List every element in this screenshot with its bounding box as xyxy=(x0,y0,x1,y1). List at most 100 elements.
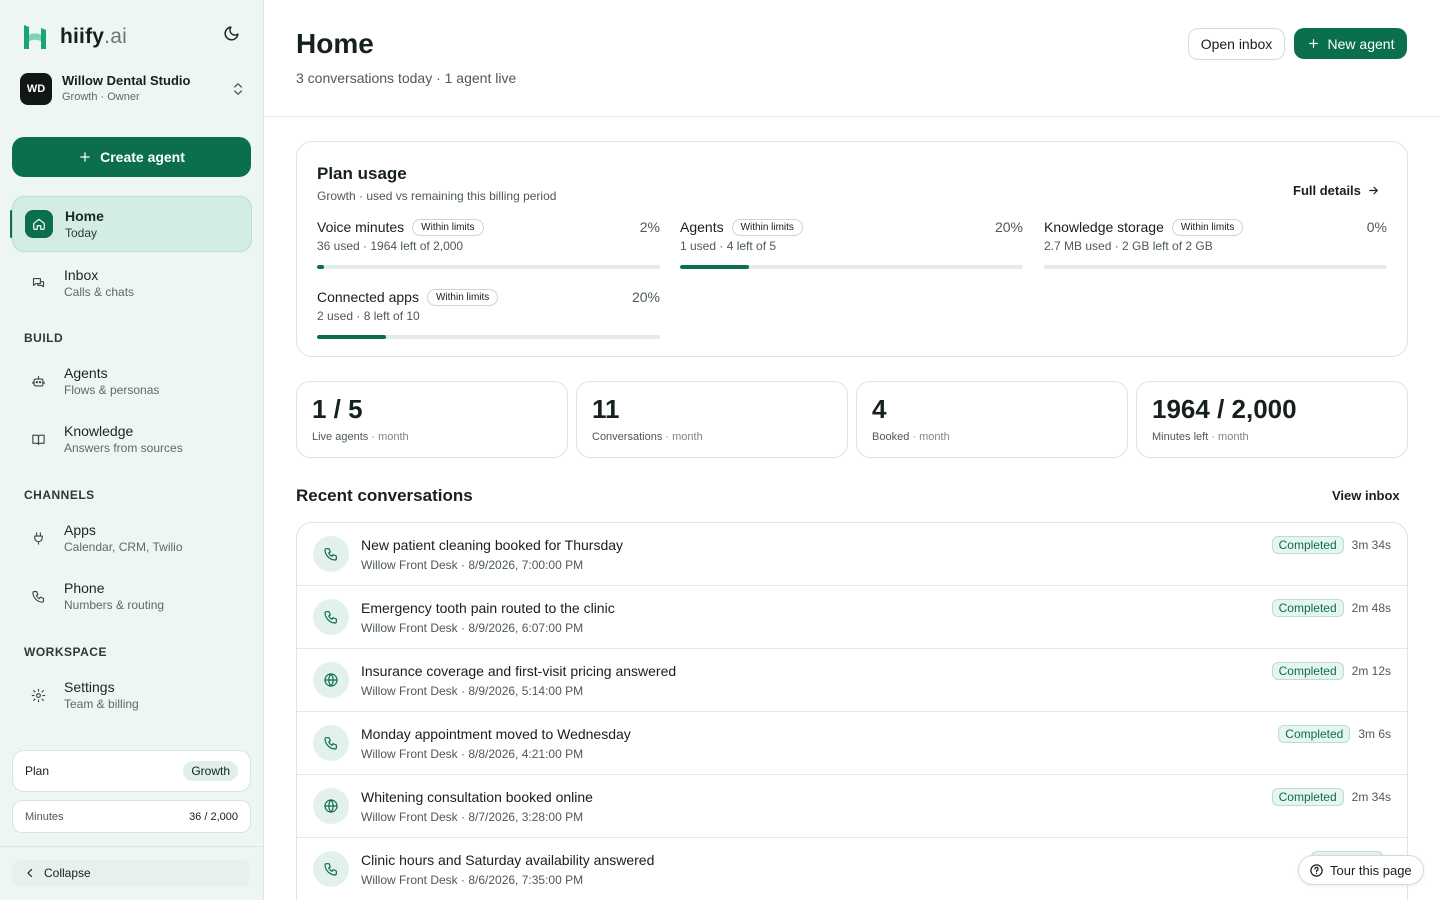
stat-period-text: month xyxy=(1218,431,1249,443)
stat-period-text: month xyxy=(672,431,703,443)
metric-percent: 2% xyxy=(639,219,660,235)
metric-head: Knowledge storage Within limits 0% xyxy=(1044,217,1387,237)
conversation-title: Monday appointment moved to Wednesday xyxy=(361,726,631,742)
stat-value: 1964 / 2,000 xyxy=(1152,394,1297,424)
plan-summary[interactable]: Plan Growth xyxy=(12,750,251,792)
conversation-row[interactable]: Clinic hours and Saturday availability a… xyxy=(297,838,1407,900)
moon-icon xyxy=(223,25,240,42)
progress-track xyxy=(317,265,660,269)
full-details-link[interactable]: Full details xyxy=(1293,183,1380,198)
theme-toggle-button[interactable] xyxy=(220,22,242,44)
conversation-row[interactable]: New patient cleaning booked for Thursday… xyxy=(297,523,1407,586)
sidebar-item-inbox[interactable]: Inbox Calls & chats xyxy=(12,255,252,311)
globe-icon xyxy=(313,662,349,698)
metric-label: Connected apps xyxy=(317,289,419,305)
usage-metric-connected-apps: Connected apps Within limits 20% 2 used ·… xyxy=(317,287,660,347)
sidebar-item-sublabel: Numbers & routing xyxy=(64,597,165,612)
help-circle-icon xyxy=(1309,863,1324,878)
sidebar-item-knowledge[interactable]: Knowledge Answers from sources xyxy=(12,411,252,467)
conversation-row[interactable]: Insurance coverage and first-visit prici… xyxy=(297,649,1407,712)
sidebar-item-label: Knowledge xyxy=(64,422,134,439)
sidebar-item-apps[interactable]: Apps Calendar, CRM, Twilio xyxy=(12,510,252,566)
gear-icon xyxy=(24,681,52,709)
conversation-status-group: Completed 2m 12s xyxy=(1271,662,1391,680)
tour-label: Tour this page xyxy=(1330,862,1412,878)
new-agent-label: New agent xyxy=(1327,35,1395,52)
plan-label: Plan xyxy=(25,764,50,778)
metric-head: Connected apps Within limits 20% xyxy=(317,287,660,307)
progress-fill xyxy=(317,335,386,339)
metric-percent: 20% xyxy=(631,289,660,305)
new-agent-button[interactable]: New agent xyxy=(1294,28,1407,59)
sidebar-item-sublabel: Calendar, CRM, Twilio xyxy=(64,539,183,554)
sidebar-item-text: Knowledge Answers from sources xyxy=(64,422,183,457)
stat-value: 4 xyxy=(872,394,887,424)
phone-icon xyxy=(24,582,52,610)
conversation-row[interactable]: Monday appointment moved to Wednesday Wi… xyxy=(297,712,1407,775)
conversation-duration: 3m 6s xyxy=(1358,727,1391,741)
brand[interactable]: hiify.ai xyxy=(20,22,127,52)
collapse-sidebar-button[interactable]: Collapse xyxy=(12,860,250,886)
bot-icon xyxy=(24,367,52,395)
sidebar-item-agents[interactable]: Agents Flows & personas xyxy=(12,353,252,409)
recent-conversations-title: Recent conversations xyxy=(296,486,473,505)
conversation-status-group: Completed 2m 48s xyxy=(1271,599,1391,617)
metric-name: Voice minutes Within limits xyxy=(317,218,484,236)
metric-detail: 36 used · 1964 left of 2,000 xyxy=(317,239,464,253)
stat-label: Booked · month xyxy=(872,431,950,443)
sidebar-item-home[interactable]: Home Today xyxy=(12,196,252,252)
status-badge: Within limits xyxy=(731,218,803,236)
sidebar-item-sublabel: Flows & personas xyxy=(64,382,160,397)
conversation-row[interactable]: Emergency tooth pain routed to the clini… xyxy=(297,586,1407,649)
metric-percent: 0% xyxy=(1366,219,1387,235)
usage-metric-agents: Agents Within limits 20% 1 used · 4 left … xyxy=(680,217,1023,277)
sidebar-item-label: Settings xyxy=(64,678,115,695)
conversation-status-group: Completed 2m 34s xyxy=(1271,788,1391,806)
metric-label: Knowledge storage xyxy=(1044,219,1164,235)
usage-metric-voice-minutes: Voice minutes Within limits 2% 36 used · … xyxy=(317,217,660,277)
stat-card-live-agents[interactable]: 1 / 5 Live agents · month xyxy=(296,381,568,458)
workspace-switcher[interactable]: WD Willow Dental Studio Growth · Owner xyxy=(20,72,246,106)
conversation-title: Whitening consultation booked online xyxy=(361,789,593,805)
sidebar-item-settings[interactable]: Settings Team & billing xyxy=(12,667,252,723)
progress-fill xyxy=(317,265,324,269)
stat-card-conversations[interactable]: 11 Conversations · month xyxy=(576,381,848,458)
sidebar-item-sublabel: Today xyxy=(65,225,98,240)
metric-name: Knowledge storage Within limits xyxy=(1044,218,1244,236)
sidebar-item-sublabel: Team & billing xyxy=(64,696,139,711)
sidebar-item-label: Apps xyxy=(64,521,96,538)
sidebar-item-sublabel: Calls & chats xyxy=(64,284,135,299)
sidebar-item-text: Inbox Calls & chats xyxy=(64,266,134,301)
metric-head: Agents Within limits 20% xyxy=(680,217,1023,237)
section-label-channels: CHANNELS xyxy=(24,488,95,502)
stat-card-minutes-left[interactable]: 1964 / 2,000 Minutes left · month xyxy=(1136,381,1408,458)
sidebar-item-text: Agents Flows & personas xyxy=(64,364,159,399)
page-subtitle: 3 conversations today · 1 agent live xyxy=(296,70,517,86)
progress-track xyxy=(317,335,660,339)
stat-period: · month xyxy=(665,431,703,443)
collapse-label: Collapse xyxy=(44,866,91,880)
stat-period-text: month xyxy=(919,431,950,443)
sidebar-item-text: Apps Calendar, CRM, Twilio xyxy=(64,521,183,556)
metric-head: Voice minutes Within limits 2% xyxy=(317,217,660,237)
sidebar: hiify.ai WD Willow Dental Studio Growth … xyxy=(0,0,264,900)
stat-card-booked[interactable]: 4 Booked · month xyxy=(856,381,1128,458)
workspace-subtitle: Growth · Owner xyxy=(62,91,140,103)
view-inbox-link[interactable]: View inbox xyxy=(1332,488,1400,503)
plan-usage-card: Plan usage Growth · used vs remaining th… xyxy=(296,141,1408,357)
stat-label-text: Minutes left xyxy=(1152,431,1209,443)
metric-percent: 20% xyxy=(994,219,1023,235)
status-badge: Within limits xyxy=(426,288,499,306)
plan-usage-title: Plan usage xyxy=(317,164,407,183)
create-agent-button[interactable]: Create agent xyxy=(12,137,251,177)
conversation-status-group: Completed 3m 6s xyxy=(1278,725,1391,743)
sidebar-item-text: Home Today xyxy=(65,207,104,242)
conversation-meta: Willow Front Desk · 8/9/2026, 5:14:00 PM xyxy=(361,684,584,698)
progress-track xyxy=(1044,265,1387,269)
tour-this-page-button[interactable]: Tour this page xyxy=(1298,855,1424,885)
conversation-row[interactable]: Whitening consultation booked online Wil… xyxy=(297,775,1407,838)
open-inbox-button[interactable]: Open inbox xyxy=(1188,28,1285,60)
sidebar-item-phone[interactable]: Phone Numbers & routing xyxy=(12,568,252,624)
metric-detail: 2 used · 8 left of 10 xyxy=(317,309,420,323)
globe-icon xyxy=(313,788,349,824)
